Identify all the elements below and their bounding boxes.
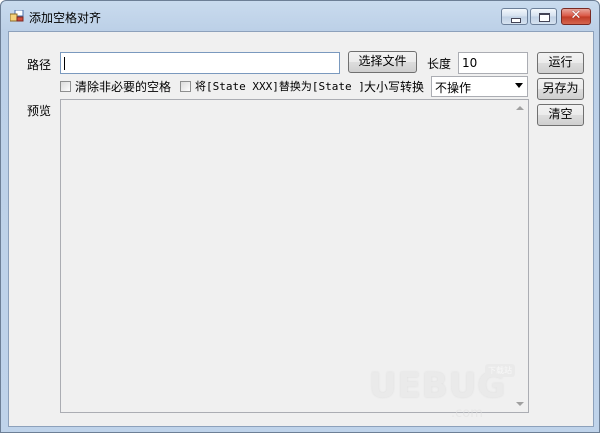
remove-spaces-checkbox[interactable]: 清除非必要的空格 bbox=[60, 78, 171, 95]
minimize-icon bbox=[511, 18, 521, 23]
save-as-button[interactable]: 另存为 bbox=[537, 78, 584, 100]
case-convert-select[interactable]: 不操作 bbox=[431, 76, 528, 97]
checkbox-box[interactable] bbox=[60, 81, 71, 92]
minimize-button[interactable] bbox=[501, 8, 528, 25]
client-area: 路径 选择文件 长度 10 运行 清除非必要的空格 将[State XXX]替换… bbox=[8, 31, 594, 427]
run-button[interactable]: 运行 bbox=[537, 52, 584, 74]
watermark-badge: 下载站 bbox=[485, 364, 515, 377]
path-label: 路径 bbox=[27, 58, 52, 72]
clear-button[interactable]: 清空 bbox=[537, 104, 584, 126]
watermark: UEBUG 下载站 .com bbox=[369, 362, 529, 422]
checkbox-box[interactable] bbox=[180, 80, 191, 92]
watermark-domain: .com bbox=[451, 406, 483, 421]
scroll-up-icon[interactable] bbox=[516, 106, 524, 110]
case-convert-label: 大小写转换 bbox=[364, 80, 425, 94]
length-label: 长度 bbox=[427, 57, 452, 71]
window-title: 添加空格对齐 bbox=[29, 11, 102, 25]
length-input[interactable]: 10 bbox=[458, 52, 528, 74]
replace-state-label: 将[State XXX]替换为[State ] bbox=[195, 80, 365, 93]
chevron-down-icon[interactable] bbox=[515, 83, 523, 88]
remove-spaces-label: 清除非必要的空格 bbox=[75, 80, 172, 94]
title-bar[interactable]: 添加空格对齐 ✕ bbox=[1, 1, 599, 31]
app-icon bbox=[10, 10, 24, 22]
path-input[interactable] bbox=[60, 52, 340, 74]
maximize-icon bbox=[539, 13, 550, 22]
replace-state-checkbox[interactable]: 将[State XXX]替换为[State ] bbox=[180, 78, 365, 94]
close-button[interactable]: ✕ bbox=[561, 8, 591, 25]
text-caret bbox=[64, 57, 65, 70]
preview-label: 预览 bbox=[27, 104, 52, 118]
close-icon: ✕ bbox=[570, 8, 582, 23]
maximize-button[interactable] bbox=[530, 8, 557, 25]
choose-file-button[interactable]: 选择文件 bbox=[348, 51, 417, 73]
app-window: 添加空格对齐 ✕ 路径 选择文件 长度 10 运行 清除非必要的空格 将[Sta… bbox=[0, 0, 600, 433]
